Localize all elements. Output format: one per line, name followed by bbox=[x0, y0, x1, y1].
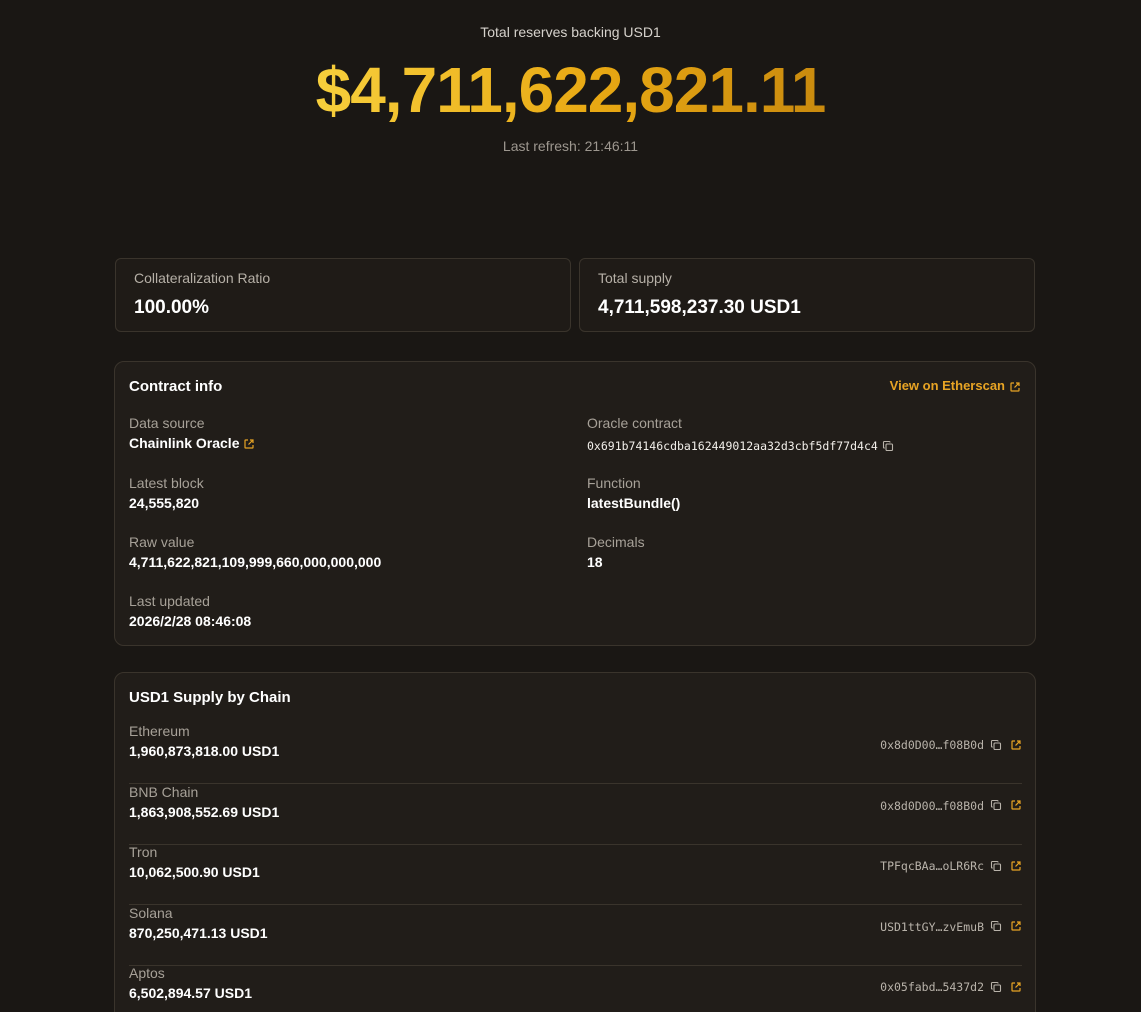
hero-label: Total reserves backing USD1 bbox=[480, 24, 661, 40]
external-link-icon[interactable] bbox=[1010, 920, 1022, 932]
external-link-icon[interactable] bbox=[1010, 739, 1022, 751]
chain-address: USD1ttGY…zvEmuB bbox=[880, 918, 1022, 936]
chain-row: Tron 10,062,500.90 USD1 TPFqcBAa…oLR6Rc bbox=[129, 844, 1022, 905]
external-link-icon[interactable] bbox=[243, 438, 255, 450]
collateralization-label: Collateralization Ratio bbox=[134, 270, 271, 286]
chain-contract-address: 0x8d0D00…f08B0d bbox=[880, 798, 984, 813]
chain-contract-address: 0x8d0D00…f08B0d bbox=[880, 738, 984, 752]
chain-address: TPFqcBAa…oLR6Rc bbox=[880, 857, 1022, 875]
chain-address: 0x8d0D00…f08B0d bbox=[880, 736, 1022, 754]
latest-block-value: 24,555,820 bbox=[129, 495, 200, 511]
data-source-value[interactable]: Chainlink Oracle bbox=[129, 434, 255, 452]
chain-supply: 1,863,908,552.69 USD1 bbox=[129, 803, 280, 820]
oracle-contract-label: Oracle contract bbox=[587, 415, 682, 431]
chain-address: 0x8d0D00…f08B0d bbox=[880, 797, 1022, 815]
contract-info-title: Contract info bbox=[129, 378, 223, 395]
chain-name: Solana bbox=[129, 904, 173, 921]
external-link-icon[interactable] bbox=[1010, 860, 1022, 872]
external-link-icon[interactable] bbox=[1010, 799, 1022, 811]
chain-address: 0x05fabd…5437d2 bbox=[880, 978, 1022, 996]
collateralization-value: 100.00% bbox=[134, 297, 210, 318]
function-label: Function bbox=[587, 475, 641, 491]
total-reserves-amount: $4,711,622,821.11 bbox=[315, 54, 827, 126]
chain-row: Aptos 6,502,894.57 USD1 0x05fabd…5437d2 bbox=[129, 965, 1022, 1012]
collateralization-card: Collateralization Ratio 100.00% bbox=[115, 258, 571, 332]
chain-name: Tron bbox=[129, 844, 158, 860]
chain-supply: 10,062,500.90 USD1 bbox=[129, 864, 260, 880]
chain-row: Ethereum 1,960,873,818.00 USD1 0x8d0D00…f0… bbox=[129, 723, 1022, 784]
latest-block-field: Latest block 24,555,820 bbox=[129, 474, 204, 512]
chain-contract-address: TPFqcBAa…oLR6Rc bbox=[880, 859, 984, 873]
external-link-icon bbox=[1009, 381, 1021, 393]
raw-value-label: Raw value bbox=[129, 534, 195, 550]
copy-icon[interactable] bbox=[990, 981, 1002, 993]
last-updated-label: Last updated bbox=[129, 593, 210, 609]
latest-block-label: Latest block bbox=[129, 475, 204, 491]
external-link-icon[interactable] bbox=[1010, 981, 1022, 993]
chain-contract-address: USD1ttGY…zvEmuB bbox=[880, 919, 984, 934]
chain-name: Aptos bbox=[129, 965, 165, 981]
total-supply-label: Total supply bbox=[598, 270, 672, 286]
decimals-value: 18 bbox=[587, 554, 603, 570]
function-value: latestBundle() bbox=[587, 495, 681, 511]
etherscan-link-label: View on Etherscan bbox=[889, 378, 1005, 393]
decimals-label: Decimals bbox=[587, 534, 645, 550]
chain-row: Solana 870,250,471.13 USD1 USD1ttGY…zvEmuB bbox=[129, 905, 1022, 966]
chain-name: BNB Chain bbox=[129, 783, 199, 800]
supply-by-chain-card: USD1 Supply by Chain Ethereum 1,960,873,8… bbox=[114, 672, 1036, 1012]
chain-supply: 870,250,471.13 USD1 bbox=[129, 924, 268, 941]
copy-icon[interactable] bbox=[990, 920, 1002, 932]
chain-supply: 1,960,873,818.00 USD1 bbox=[129, 743, 280, 759]
chain-contract-address: 0x05fabd…5437d2 bbox=[880, 980, 984, 994]
raw-value-value: 4,711,622,821,109,999,660,000,000,000 bbox=[129, 554, 382, 570]
last-updated-field: Last updated 2026/2/28 08:46:08 bbox=[129, 592, 251, 630]
reserves-page: Total reserves backing USD1 $4,711,622,8… bbox=[0, 0, 1141, 1012]
contract-info-card: Contract info View on Etherscan Data sou… bbox=[114, 361, 1036, 646]
data-source-label: Data source bbox=[129, 415, 205, 431]
oracle-contract-field: Oracle contract 0x691b74146cdba162449012… bbox=[587, 414, 894, 455]
total-supply-card: Total supply 4,711,598,237.30 USD1 bbox=[579, 258, 1035, 332]
copy-icon[interactable] bbox=[990, 799, 1002, 811]
oracle-contract-value: 0x691b74146cdba162449012aa32d3cbf5df77d4… bbox=[587, 436, 894, 455]
view-on-etherscan-link[interactable]: View on Etherscan bbox=[890, 378, 1021, 393]
function-field: Function latestBundle() bbox=[587, 474, 680, 512]
supply-by-chain-title: USD1 Supply by Chain bbox=[129, 689, 291, 706]
last-refresh: Last refresh: 21:46:11 bbox=[502, 138, 639, 154]
total-supply-value: 4,711,598,237.30 USD1 bbox=[598, 297, 801, 318]
copy-icon[interactable] bbox=[882, 440, 894, 452]
copy-icon[interactable] bbox=[990, 739, 1002, 751]
oracle-contract-address: 0x691b74146cdba162449012aa32d3cbf5df77d4… bbox=[587, 439, 878, 453]
decimals-field: Decimals 18 bbox=[587, 533, 645, 571]
chain-name: Ethereum bbox=[129, 723, 190, 739]
last-updated-value: 2026/2/28 08:46:08 bbox=[129, 613, 252, 629]
data-source-field: Data source Chainlink Oracle bbox=[129, 414, 255, 452]
chain-supply: 6,502,894.57 USD1 bbox=[129, 985, 252, 1001]
chain-row: BNB Chain 1,863,908,552.69 USD1 0x8d0D00…f… bbox=[129, 784, 1022, 845]
copy-icon[interactable] bbox=[990, 860, 1002, 872]
raw-value-field: Raw value 4,711,622,821,109,999,660,000,… bbox=[129, 533, 381, 571]
